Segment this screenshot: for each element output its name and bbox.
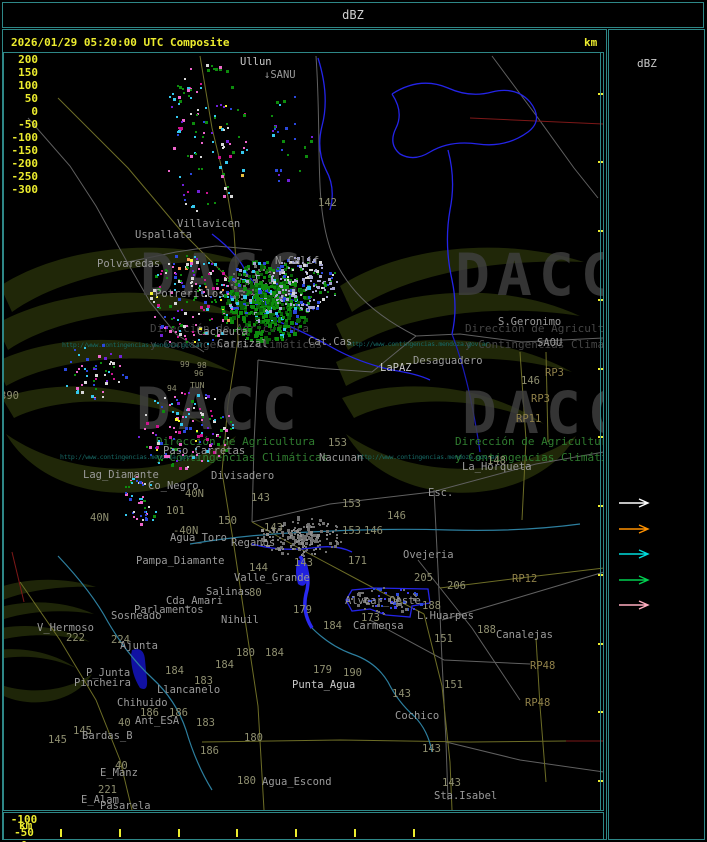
y-tick-mark (598, 436, 603, 439)
y-tick-mark (598, 780, 603, 782)
y-tick-label: -200 (11, 157, 39, 170)
y-tick-mark (598, 573, 603, 576)
y-tick-mark (598, 161, 603, 164)
y-tick-label: -150 (11, 144, 39, 157)
y-tick-label: 0 (31, 105, 38, 118)
x-tick-mark (236, 829, 239, 837)
y-tick-label: 150 (18, 66, 38, 79)
y-tick-label: 100 (18, 79, 38, 92)
y-tick-mark (598, 642, 603, 645)
x-tick-mark (59, 829, 62, 837)
x-axis-bar: km -100-50050100150200 (3, 812, 604, 842)
title-bar: dBZ (2, 2, 704, 28)
y-tick-label: 50 (24, 92, 38, 105)
map-right-separator (600, 53, 601, 810)
y-axis-layer: 200 150 100 50 0 -50 -100 -150 -200 -250 -300 (4, 53, 603, 810)
legend-arrow-icon (619, 600, 651, 611)
y-tick-mark (598, 92, 603, 95)
y-tick-label: 200 (18, 53, 38, 66)
x-tick-mark (118, 829, 121, 837)
legend-arrow-icon (619, 549, 651, 559)
y-tick-label: -50 (18, 118, 38, 131)
colorbar-panel: dBZ 807065605754514845423936353020105 VB… (608, 29, 705, 840)
y-tick-label: -300 (11, 183, 39, 196)
legend-arrow-icon (619, 523, 651, 534)
x-tick-mark (354, 829, 357, 837)
y-tick-mark (598, 505, 603, 507)
legend-arrow-icon (619, 498, 651, 508)
x-tick-mark (413, 829, 416, 837)
y-tick-label: -250 (11, 170, 39, 183)
y-tick-label: -100 (11, 131, 39, 144)
x-tick-layer: -100-50050100150200 (4, 813, 603, 842)
vector-legend: VBCPVBCRVBCTVBCUVBBB (609, 30, 704, 839)
radar-app-window: dBZ 2026/01/29 05:20:00 UTC Composite km (0, 0, 707, 842)
map-viewport: DACCDirección de Agricultura y Contingen… (3, 52, 604, 811)
page-title: dBZ (342, 8, 364, 22)
map-content: DACCDirección de Agricultura y Contingen… (4, 53, 603, 810)
timestamp: 2026/01/29 05:20:00 UTC Composite (11, 36, 230, 49)
y-tick-mark (598, 711, 603, 714)
x-tick-mark (295, 829, 298, 837)
legend-arrow-icon (619, 575, 651, 585)
y-tick-mark (598, 230, 603, 232)
y-tick-mark (598, 367, 603, 370)
x-tick-mark (177, 829, 180, 837)
x-tick-label: -50 (14, 826, 34, 839)
y-tick-mark (598, 298, 603, 301)
x-tick-label: -100 (10, 813, 38, 826)
y-axis-unit: km (584, 36, 598, 49)
